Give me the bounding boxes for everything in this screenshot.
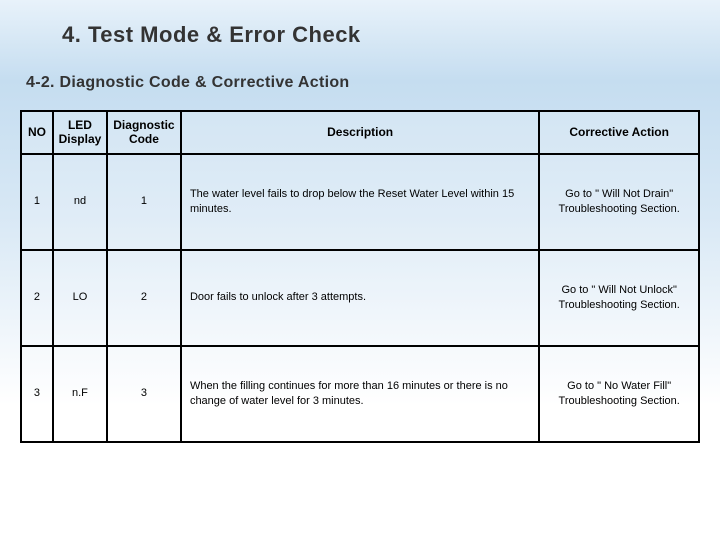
- section-subtitle: 4-2. Diagnostic Code & Corrective Action: [0, 48, 720, 92]
- cell-code: 2: [107, 250, 181, 346]
- col-no: NO: [21, 111, 53, 154]
- cell-corr: Go to " Will Not Unlock" Troubleshooting…: [539, 250, 699, 346]
- col-led: LED Display: [53, 111, 107, 154]
- cell-desc: Door fails to unlock after 3 attempts.: [181, 250, 539, 346]
- col-corr: Corrective Action: [539, 111, 699, 154]
- table-row: 1 nd 1 The water level fails to drop bel…: [21, 154, 699, 250]
- cell-led: nd: [53, 154, 107, 250]
- cell-led: LO: [53, 250, 107, 346]
- cell-desc: When the filling continues for more than…: [181, 346, 539, 442]
- table-row: 2 LO 2 Door fails to unlock after 3 atte…: [21, 250, 699, 346]
- col-code: Diagnostic Code: [107, 111, 181, 154]
- table-header-row: NO LED Display Diagnostic Code Descripti…: [21, 111, 699, 154]
- diagnostic-table: NO LED Display Diagnostic Code Descripti…: [20, 110, 700, 443]
- col-desc: Description: [181, 111, 539, 154]
- cell-led: n.F: [53, 346, 107, 442]
- cell-desc: The water level fails to drop below the …: [181, 154, 539, 250]
- page-title: 4. Test Mode & Error Check: [0, 0, 720, 48]
- cell-code: 3: [107, 346, 181, 442]
- cell-corr: Go to " No Water Fill" Troubleshooting S…: [539, 346, 699, 442]
- cell-code: 1: [107, 154, 181, 250]
- cell-no: 2: [21, 250, 53, 346]
- cell-corr: Go to " Will Not Drain" Troubleshooting …: [539, 154, 699, 250]
- cell-no: 3: [21, 346, 53, 442]
- cell-no: 1: [21, 154, 53, 250]
- table-row: 3 n.F 3 When the filling continues for m…: [21, 346, 699, 442]
